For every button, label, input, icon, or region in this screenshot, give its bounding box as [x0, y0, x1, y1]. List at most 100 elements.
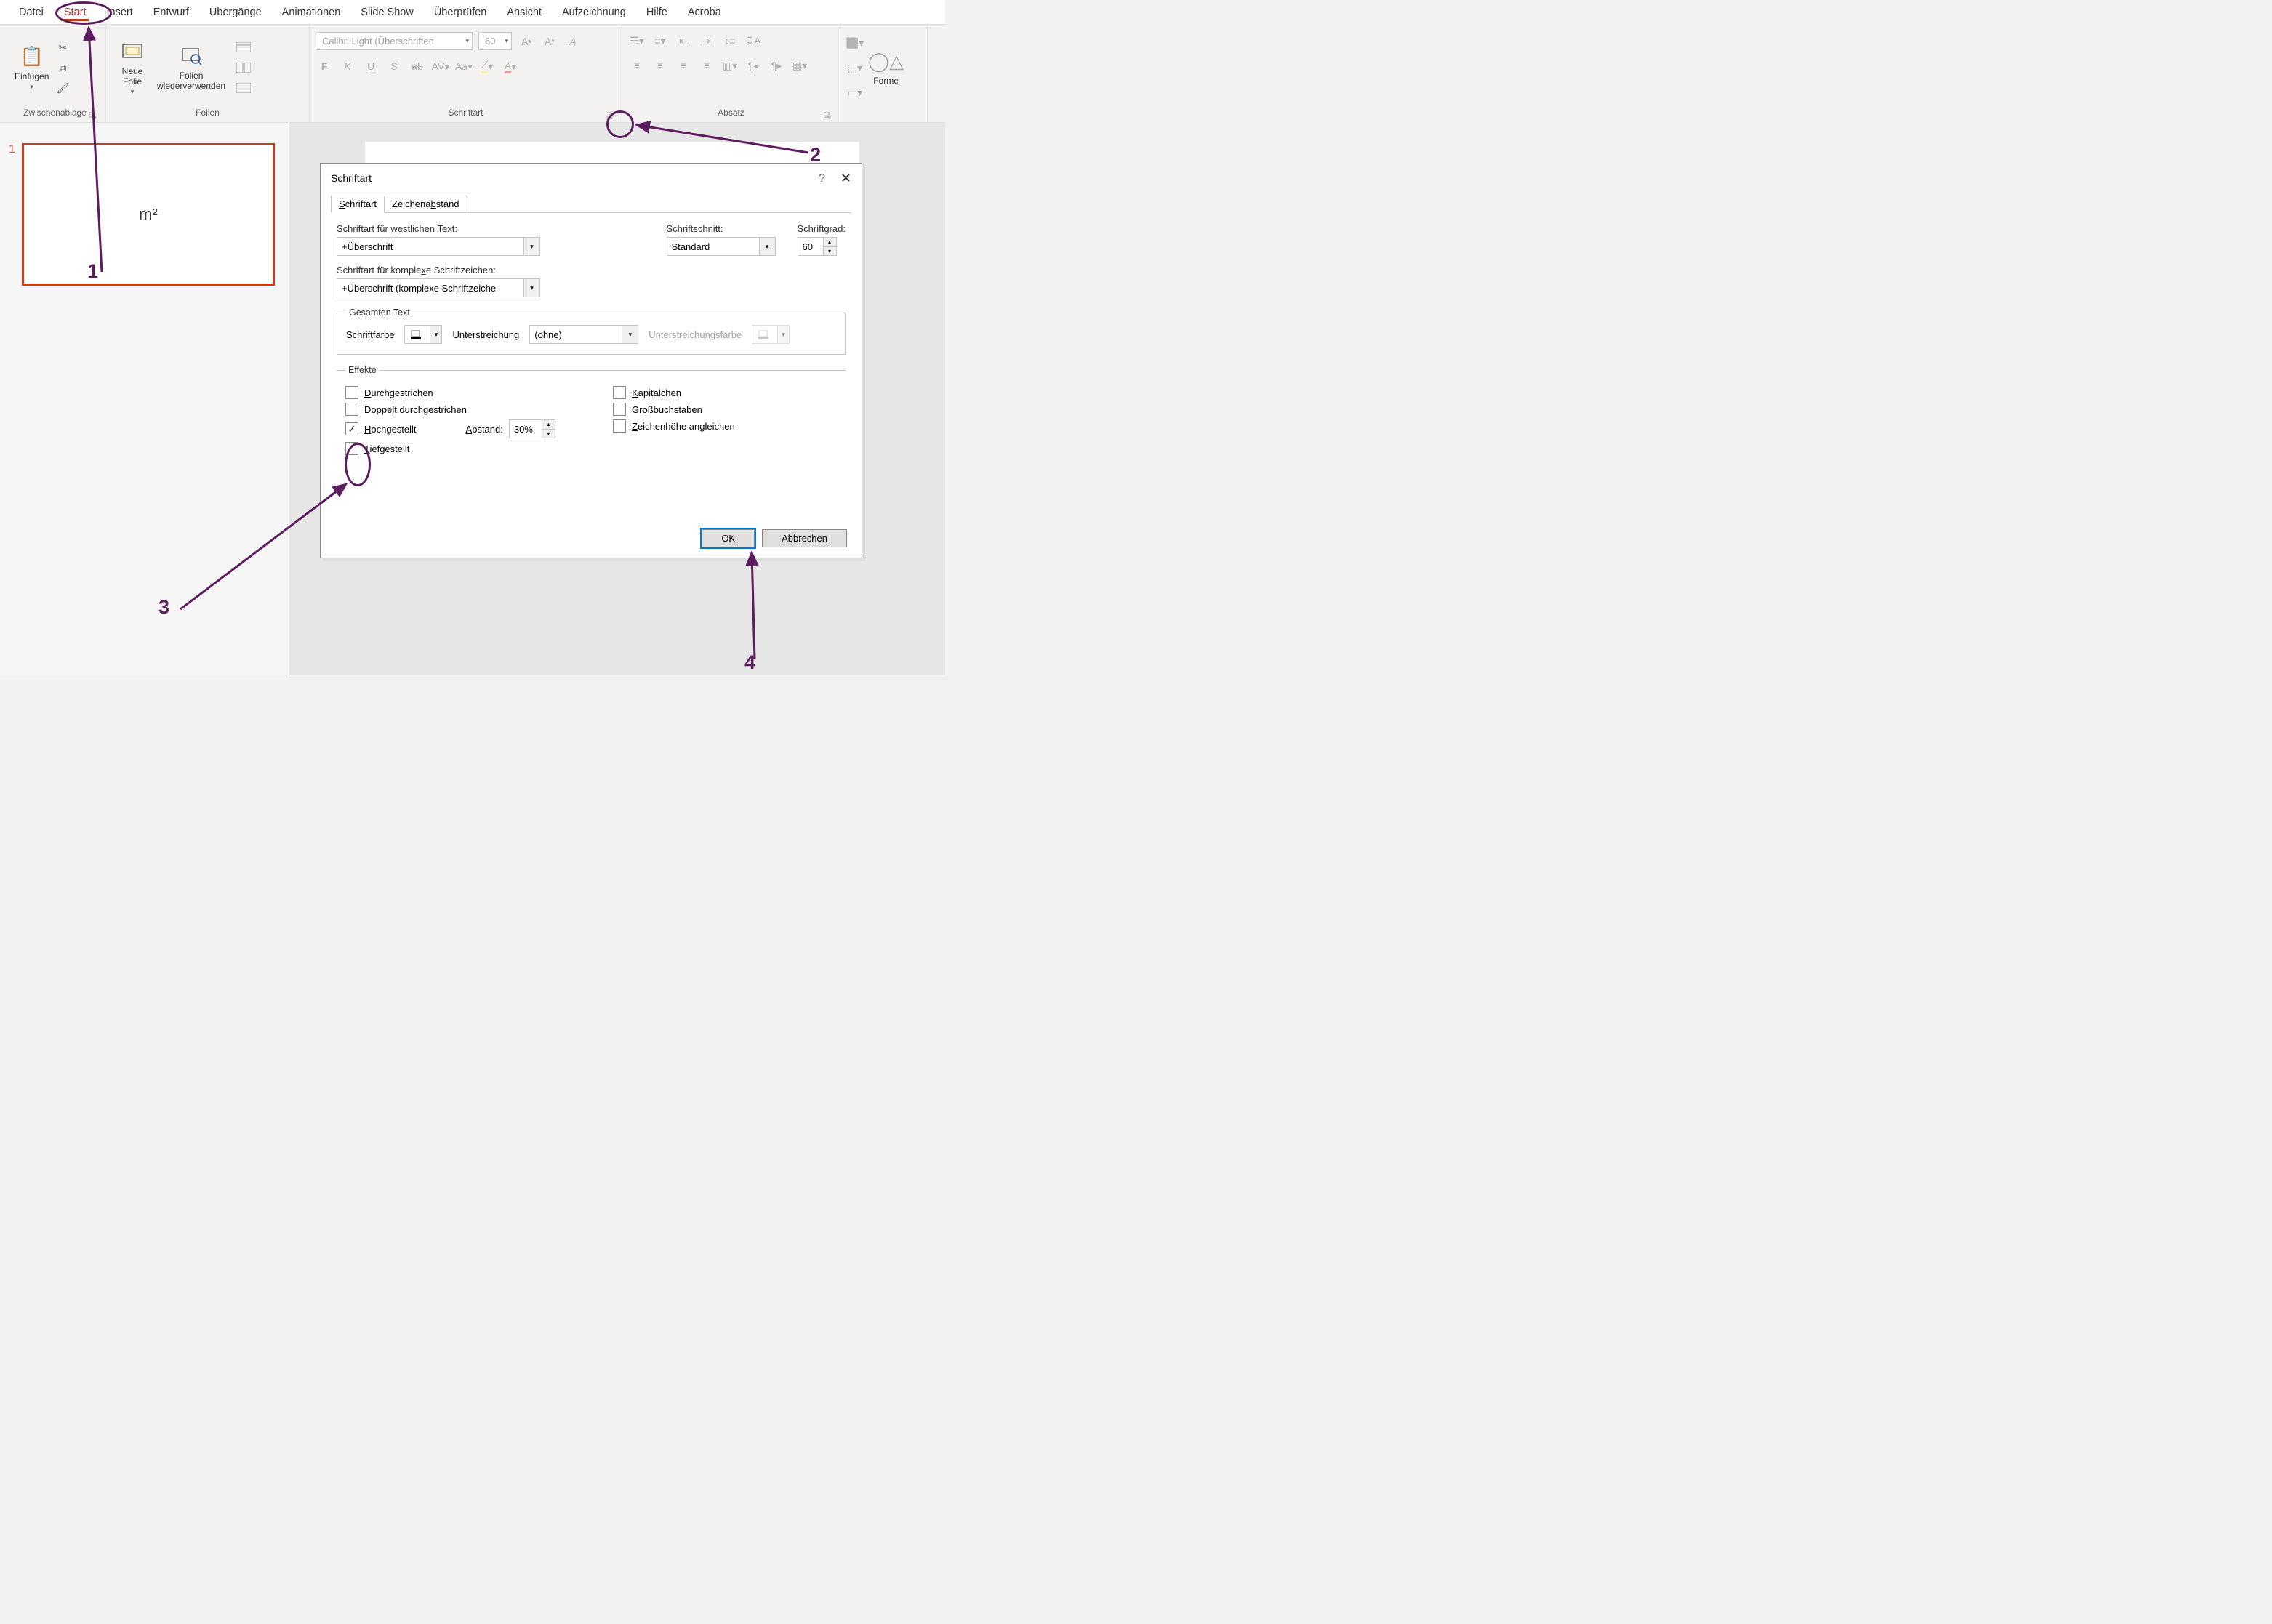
dialog-tab-spacing[interactable]: Zeichenabstand	[385, 196, 467, 213]
font-size-combo[interactable]: 60▾	[478, 32, 512, 50]
align-left-icon[interactable]: ≡	[628, 57, 646, 74]
shapes-label: Forme	[873, 76, 899, 86]
font-dialog-launcher[interactable]	[604, 110, 614, 121]
case-button[interactable]: Aa▾	[455, 57, 473, 75]
group-font-label: Schriftart	[448, 108, 483, 118]
help-button[interactable]: ?	[819, 172, 825, 185]
reset-icon[interactable]	[234, 60, 253, 76]
justify-icon[interactable]: ≡	[698, 57, 715, 74]
arrange-icon[interactable]: ⬚▾	[846, 59, 864, 76]
tab-insert[interactable]: Insert	[96, 0, 142, 24]
line-spacing-icon[interactable]: ↕≡	[721, 32, 739, 49]
decrease-indent-icon[interactable]: ⇤	[675, 32, 692, 49]
align-center-icon[interactable]: ≡	[651, 57, 669, 74]
smartart-icon[interactable]: ▦▾	[791, 57, 808, 74]
font-color-picker[interactable]: ▾	[404, 325, 442, 344]
new-slide-label: Neue Folie	[122, 66, 143, 87]
ltr-icon[interactable]: ¶▸	[768, 57, 785, 74]
shadow-button[interactable]: S	[385, 57, 403, 75]
font-color-button[interactable]: A▾	[502, 57, 519, 75]
strike-button[interactable]: ab	[409, 57, 426, 75]
tab-start[interactable]: Start	[54, 0, 97, 24]
tab-hilfe[interactable]: Hilfe	[636, 0, 678, 24]
effects-legend: Effekte	[345, 365, 380, 375]
cut-icon[interactable]: ✂	[53, 39, 72, 55]
close-button[interactable]: ✕	[840, 171, 851, 186]
text-direction-icon[interactable]: ↧A	[744, 32, 762, 49]
font-size-value: 60	[485, 36, 495, 47]
all-text-legend: Gesamten Text	[346, 307, 413, 318]
cancel-button[interactable]: Abbrechen	[762, 529, 847, 547]
ok-button[interactable]: OK	[702, 529, 755, 547]
underline-color-picker[interactable]: ▾	[752, 325, 790, 344]
tab-uebergaenge[interactable]: Übergänge	[199, 0, 272, 24]
font-style-combo[interactable]: Standard▾	[667, 237, 776, 256]
quick-styles-icon[interactable]: ▭▾	[846, 84, 864, 101]
dialog-title: Schriftart	[331, 172, 372, 184]
group-clipboard-label: Zwischenablage	[23, 108, 87, 118]
double-strike-checkbox[interactable]	[345, 403, 358, 416]
columns-icon[interactable]: ▥▾	[721, 57, 739, 74]
new-slide-button[interactable]: Neue Folie ▾	[112, 28, 153, 108]
reuse-slides-button[interactable]: Folien wiederverwenden	[153, 28, 230, 108]
section-icon[interactable]	[234, 80, 253, 96]
font-name-combo[interactable]: Calibri Light (Überschriften▾	[316, 32, 473, 50]
paste-button[interactable]: 📋 Einfügen ▾	[10, 28, 53, 108]
format-painter-icon[interactable]: 🖌	[53, 80, 72, 96]
chevron-down-icon: ▾	[30, 83, 33, 91]
numbering-icon[interactable]: ≡▾	[651, 32, 669, 49]
paragraph-launcher[interactable]	[822, 110, 832, 121]
paste-label: Einfügen	[15, 71, 49, 81]
align-right-icon[interactable]: ≡	[675, 57, 692, 74]
clipboard-icon: 📋	[20, 45, 44, 68]
tab-entwurf[interactable]: Entwurf	[143, 0, 199, 24]
bold-button[interactable]: F	[316, 57, 333, 75]
underline-style-combo[interactable]: (ohne)▾	[529, 325, 638, 344]
layout-icon[interactable]	[234, 39, 253, 55]
clipboard-launcher[interactable]	[88, 110, 98, 121]
bullets-icon[interactable]: ☰▾	[628, 32, 646, 49]
tab-ueberpruefen[interactable]: Überprüfen	[424, 0, 497, 24]
complex-font-combo[interactable]: +Überschrift (komplexe Schriftzeiche▾	[337, 278, 540, 297]
tab-animationen[interactable]: Animationen	[272, 0, 351, 24]
clear-formatting-icon[interactable]: A	[564, 33, 582, 50]
superscript-checkbox[interactable]	[345, 422, 358, 435]
subscript-checkbox[interactable]	[345, 442, 358, 455]
group-paragraph: ☰▾ ≡▾ ⇤ ⇥ ↕≡ ↧A ≡ ≡ ≡ ≡ ▥▾ ¶◂ ¶▸ ▦▾ Absa…	[622, 25, 840, 122]
copy-icon[interactable]: ⧉	[53, 60, 72, 76]
tab-slideshow[interactable]: Slide Show	[350, 0, 424, 24]
allcaps-checkbox[interactable]	[613, 403, 626, 416]
underline-button[interactable]: U	[362, 57, 380, 75]
slide-number: 1	[9, 143, 15, 156]
dialog-tab-font[interactable]: Schriftart	[331, 196, 385, 213]
western-font-combo[interactable]: +Überschrift▾	[337, 237, 540, 256]
tab-aufzeichnung[interactable]: Aufzeichnung	[552, 0, 636, 24]
ribbon: 📋 Einfügen ▾ ✂ ⧉ 🖌 Zwischenablage Neue F…	[0, 25, 945, 123]
tab-ansicht[interactable]: Ansicht	[497, 0, 552, 24]
reuse-slides-label: Folien wiederverwenden	[157, 71, 225, 91]
equalize-checkbox[interactable]	[613, 419, 626, 433]
decrease-font-icon[interactable]: A▾	[541, 33, 558, 50]
western-font-label: Schriftart für westlichen Text:	[337, 223, 645, 234]
tab-datei[interactable]: Datei	[9, 0, 54, 24]
group-clipboard: 📋 Einfügen ▾ ✂ ⧉ 🖌 Zwischenablage	[4, 25, 106, 122]
thumbnail-text: m²	[139, 205, 158, 224]
strikethrough-checkbox[interactable]	[345, 386, 358, 399]
increase-indent-icon[interactable]: ⇥	[698, 32, 715, 49]
smallcaps-checkbox[interactable]	[613, 386, 626, 399]
font-name-value: Calibri Light (Überschriften	[322, 36, 434, 47]
group-font: Calibri Light (Überschriften▾ 60▾ A▴ A▾ …	[310, 25, 622, 122]
italic-button[interactable]: K	[339, 57, 356, 75]
offset-input[interactable]: 30% ▴▾	[509, 419, 555, 438]
dialog-titlebar: Schriftart ? ✕	[321, 164, 862, 193]
shapes-icon[interactable]: ⬛▾	[846, 34, 864, 52]
group-slides: Neue Folie ▾ Folien wiederverwenden Foli…	[106, 25, 310, 122]
rtl-icon[interactable]: ¶◂	[744, 57, 762, 74]
increase-font-icon[interactable]: A▴	[518, 33, 535, 50]
tab-acrobat[interactable]: Acroba	[678, 0, 731, 24]
spacing-button[interactable]: AV▾	[432, 57, 449, 75]
shapes-button[interactable]: ◯△ Forme	[864, 28, 908, 108]
slide-thumbnail[interactable]: m²	[22, 143, 275, 286]
font-size-input[interactable]: 60 ▴▾	[798, 237, 837, 256]
highlight-button[interactable]: ⟋▾	[478, 57, 496, 75]
